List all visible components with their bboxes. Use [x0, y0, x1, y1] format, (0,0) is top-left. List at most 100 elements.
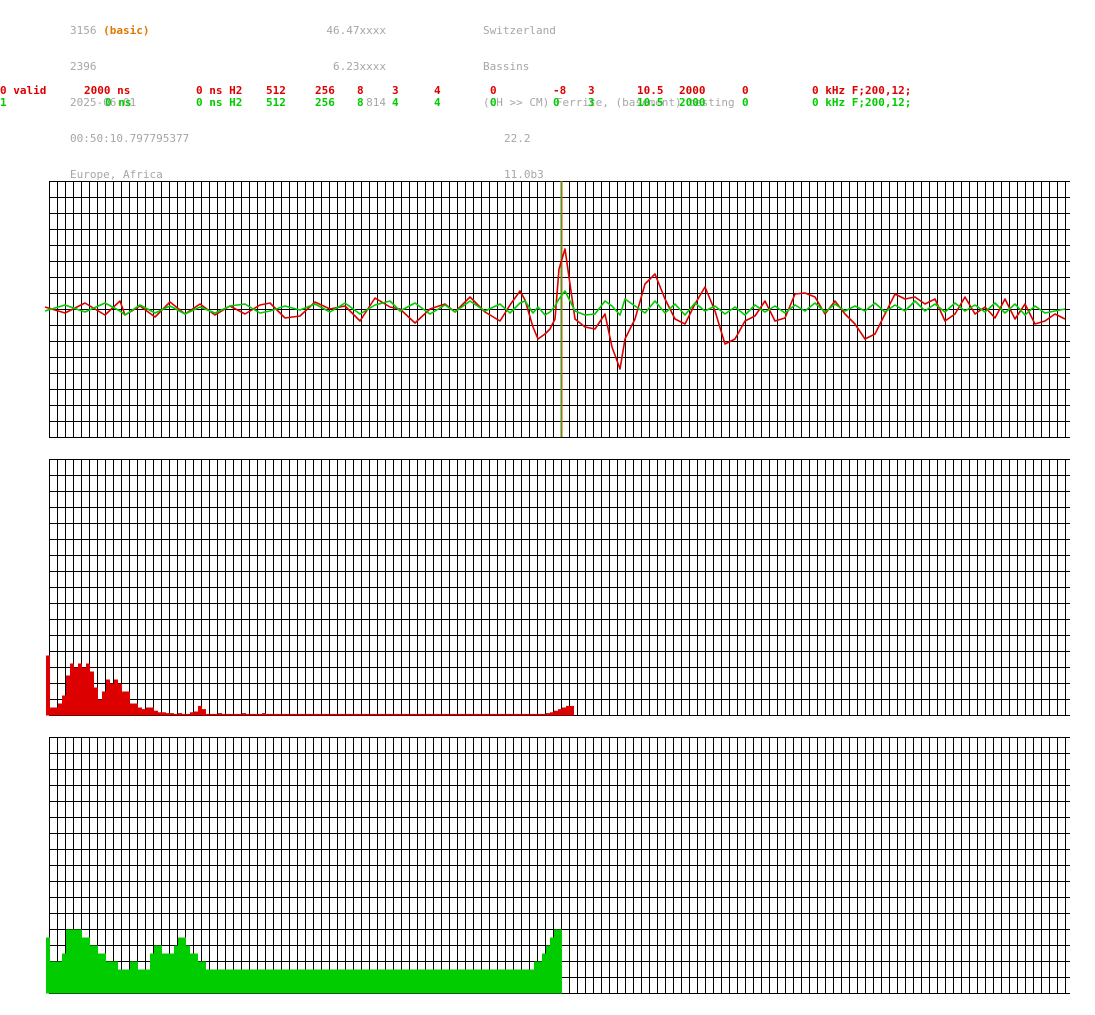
- green-spectrum-bar: [286, 969, 290, 994]
- green-spectrum-bar: [282, 969, 286, 994]
- red-spectrum-bar: [170, 713, 174, 716]
- green-spectrum-bar: [182, 937, 186, 994]
- green-spectrum-bar: [218, 969, 222, 994]
- green-spectrum-bar: [294, 969, 298, 994]
- red-spectrum-bar: [298, 713, 302, 716]
- red-spectrum-bar: [466, 713, 470, 716]
- green-spectrum-bar: [350, 969, 354, 994]
- green-spectrum-bar: [558, 929, 562, 994]
- green-spectrum-bar: [134, 961, 138, 994]
- green-spectrum-bar: [186, 945, 190, 994]
- green-spectrum-bar: [74, 929, 78, 994]
- red-spectrum-bar: [302, 713, 306, 716]
- green-spectrum-bar: [314, 969, 318, 994]
- green-spectrum-bar: [418, 969, 422, 994]
- red-spectrum-bar: [74, 667, 78, 716]
- red-spectrum-bar: [450, 713, 454, 716]
- red-spectrum-bar: [230, 713, 234, 716]
- green-spectrum-bar: [298, 969, 302, 994]
- red-spectrum-bar: [246, 713, 250, 716]
- green-spectrum-bar: [390, 969, 394, 994]
- green-spectrum-bar: [190, 953, 194, 994]
- green-spectrum-bar: [446, 969, 450, 994]
- green-spectrum-bar: [458, 969, 462, 994]
- green-spectrum-bar: [334, 969, 338, 994]
- green-spectrum-bar: [106, 961, 110, 994]
- red-spectrum-bar: [530, 713, 534, 716]
- green-spectrum-bar: [130, 961, 134, 994]
- red-spectrum-bar: [94, 687, 98, 716]
- green-spectrum-bar: [514, 969, 518, 994]
- red-spectrum-bar: [250, 713, 254, 716]
- green-spectrum-bar: [322, 969, 326, 994]
- green-spectrum-bar: [178, 937, 182, 994]
- green-spectrum-bar: [450, 969, 454, 994]
- red-spectrum-bar: [330, 713, 334, 716]
- green-spectrum-bar: [470, 969, 474, 994]
- red-spectrum-bar: [446, 713, 450, 716]
- green-spectrum-bar: [50, 961, 54, 994]
- red-spectrum-panel: [46, 459, 1070, 716]
- green-spectrum-bar: [170, 953, 174, 994]
- red-spectrum-bar: [418, 713, 422, 716]
- green-spectrum-bar: [434, 969, 438, 994]
- green-spectrum-bar: [326, 969, 330, 994]
- red-spectrum-bar: [334, 713, 338, 716]
- green-spectrum-bar: [510, 969, 514, 994]
- green-spectrum-bar: [118, 969, 122, 994]
- red-spectrum-bar: [282, 713, 286, 716]
- green-spectrum-bar: [258, 969, 262, 994]
- red-spectrum-bar: [430, 713, 434, 716]
- red-spectrum-bar: [110, 683, 114, 716]
- red-spectrum-bar: [66, 675, 70, 716]
- green-spectrum-bar: [198, 961, 202, 994]
- red-spectrum-bar: [566, 705, 570, 716]
- red-spectrum-bar: [274, 713, 278, 716]
- red-spectrum-bar: [278, 713, 282, 716]
- green-spectrum-bar: [338, 969, 342, 994]
- green-spectrum-bar: [162, 953, 166, 994]
- green-spectrum-bar: [482, 969, 486, 994]
- red-spectrum-bar: [222, 713, 226, 716]
- green-spectrum-bar: [278, 969, 282, 994]
- red-spectrum-bar: [122, 691, 126, 716]
- green-spectrum-bar: [406, 969, 410, 994]
- red-spectrum-bar: [154, 710, 158, 716]
- green-spectrum-bar: [234, 969, 238, 994]
- green-spectrum-bar: [270, 969, 274, 994]
- red-spectrum-bar: [54, 707, 58, 716]
- red-spectrum-bar: [202, 709, 206, 716]
- red-spectrum-bar: [150, 707, 154, 716]
- green-spectrum-bar: [150, 953, 154, 994]
- green-spectrum-bar: [266, 969, 270, 994]
- red-spectrum-bar: [82, 667, 86, 716]
- green-spectrum-bar: [94, 945, 98, 994]
- red-spectrum-bar: [394, 713, 398, 716]
- green-spectrum-bar: [290, 969, 294, 994]
- red-spectrum-bar: [522, 713, 526, 716]
- red-spectrum-bar: [378, 713, 382, 716]
- green-spectrum-bar: [474, 969, 478, 994]
- red-spectrum-bar: [206, 713, 210, 716]
- red-spectrum-bar: [358, 713, 362, 716]
- green-spectrum-bar: [354, 969, 358, 994]
- red-spectrum-bar: [190, 712, 194, 716]
- green-spectrum-bar: [342, 969, 346, 994]
- green-spectrum-bar: [174, 945, 178, 994]
- red-spectrum-bar: [542, 713, 546, 716]
- red-spectrum-bar: [570, 705, 574, 716]
- red-spectrum-panel-grid: [49, 459, 1070, 716]
- green-spectrum-bar: [242, 969, 246, 994]
- red-spectrum-bar: [238, 713, 242, 716]
- red-spectrum-bar: [58, 703, 62, 716]
- red-spectrum-bar: [270, 713, 274, 716]
- red-spectrum-bar: [146, 707, 150, 716]
- red-spectrum-bar: [226, 713, 230, 716]
- green-spectrum-bar: [70, 929, 74, 994]
- red-spectrum-bar: [454, 713, 458, 716]
- red-spectrum-bar: [254, 713, 258, 716]
- plots-canvas: [44, 181, 1070, 994]
- green-spectrum-bar: [454, 969, 458, 994]
- red-spectrum-bar: [510, 713, 514, 716]
- waveform-panel-grid: [49, 181, 1070, 438]
